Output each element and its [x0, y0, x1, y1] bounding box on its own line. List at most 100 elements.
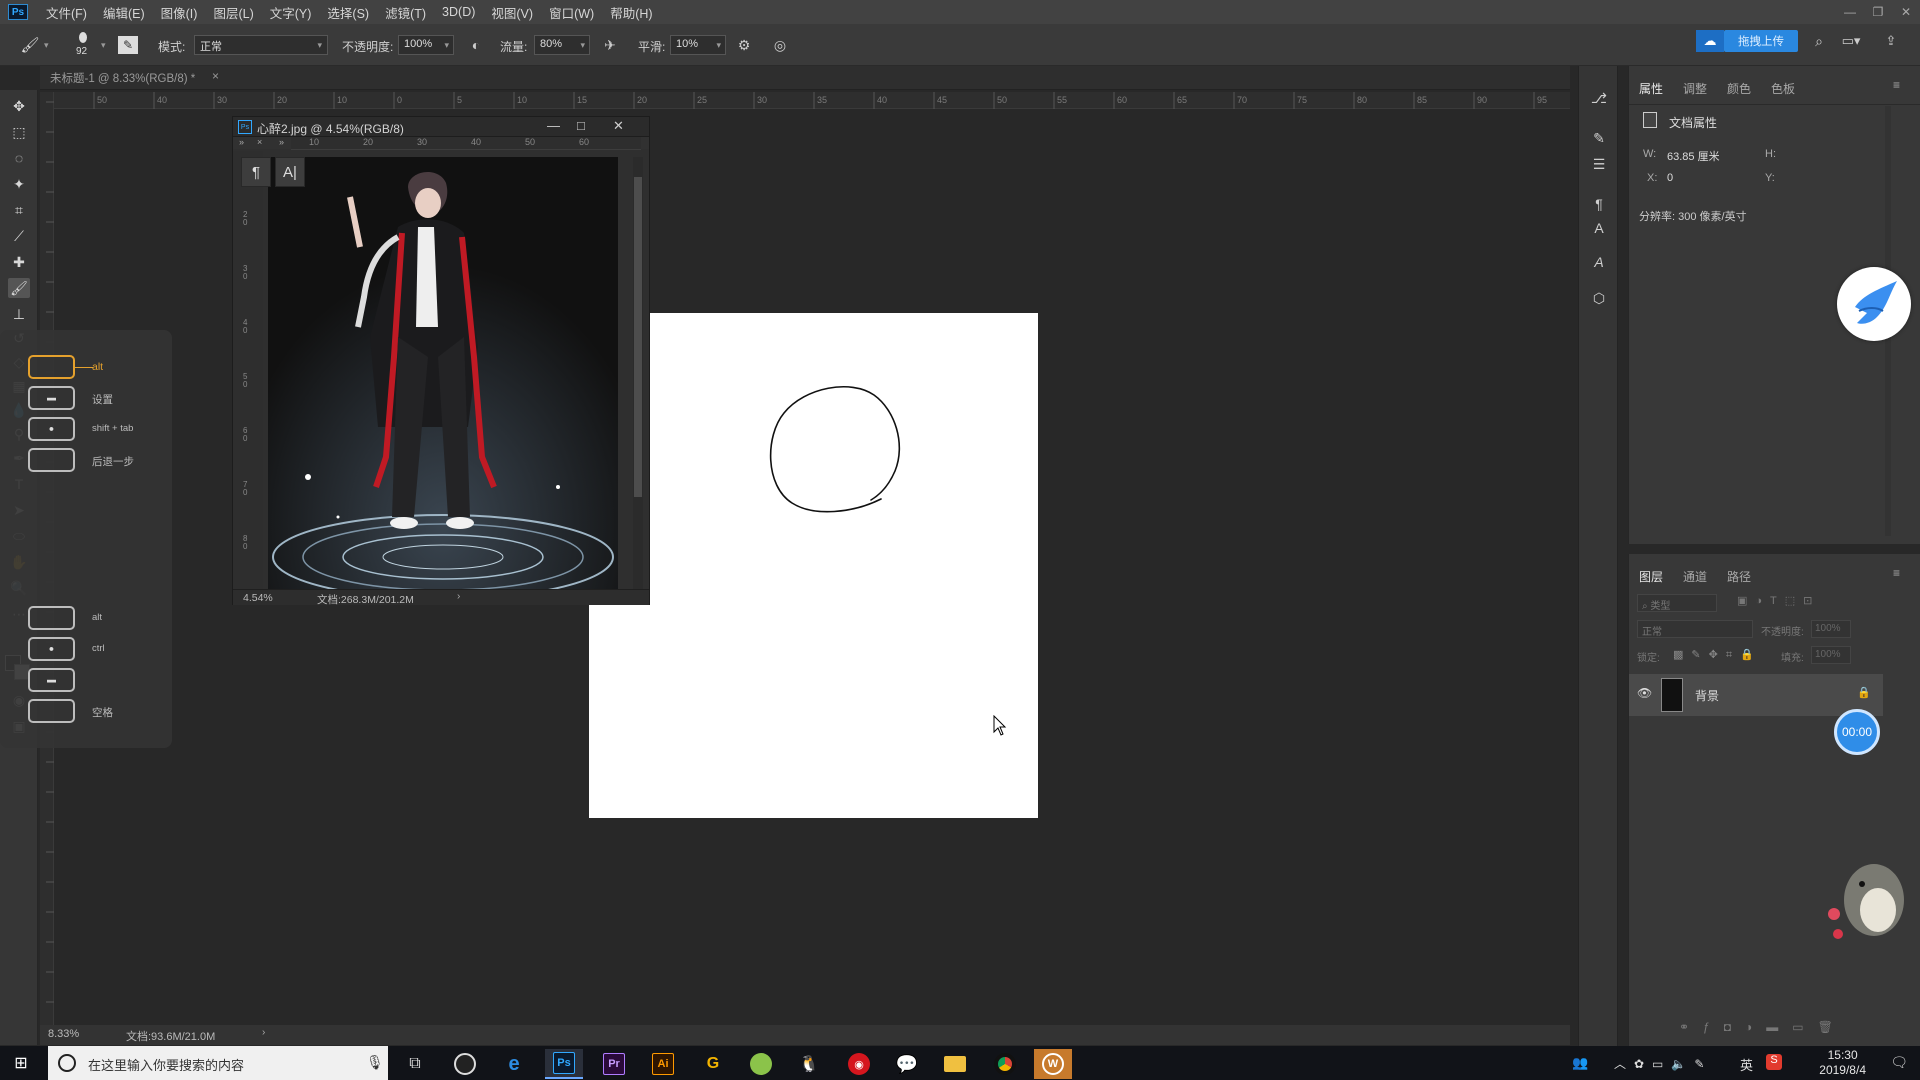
search-icon[interactable]: ⌕: [1808, 31, 1830, 51]
magic-wand-tool-icon[interactable]: ✦: [8, 174, 30, 194]
shortcut-key-7[interactable]: ▬: [28, 668, 75, 692]
marquee-tool-icon[interactable]: ⬚: [8, 122, 30, 142]
file-explorer-icon[interactable]: [936, 1049, 974, 1079]
zoom-level[interactable]: 8.33%: [48, 1028, 79, 1040]
smoothing-field[interactable]: 10% ▾: [670, 35, 726, 55]
stamp-tool-icon[interactable]: ⊥: [8, 304, 30, 324]
panel-menu-icon[interactable]: ≡: [1893, 78, 1900, 92]
chevron-right-icon[interactable]: ›: [262, 1027, 265, 1038]
layer-filter-select[interactable]: ⌕ 类型: [1637, 594, 1717, 612]
mode-select[interactable]: 正常 ▾: [194, 35, 328, 55]
menu-file[interactable]: 文件(F): [38, 3, 95, 22]
people-icon[interactable]: 👥: [1572, 1055, 1588, 1071]
lasso-tool-icon[interactable]: ◌: [8, 148, 30, 168]
shortcut-key-4[interactable]: [28, 448, 75, 472]
chrome-browser-icon[interactable]: [986, 1049, 1024, 1079]
pressure-opacity-icon[interactable]: ◐: [466, 35, 486, 55]
expand-icon[interactable]: »: [239, 137, 244, 147]
layer-name[interactable]: 背景: [1695, 687, 1719, 704]
notification-icon[interactable]: 🗨: [1890, 1054, 1908, 1071]
tab-properties[interactable]: 属性: [1639, 80, 1663, 97]
brush-preset-picker[interactable]: 92: [74, 32, 94, 60]
system-tray-icons[interactable]: ︿✿▭🔈✎: [1614, 1055, 1712, 1072]
cloud-upload-icon[interactable]: ☁: [1696, 30, 1724, 52]
floating-document-window[interactable]: Ps 心醉2.jpg @ 4.54%(RGB/8) — □ ✕ » × » × …: [232, 116, 650, 606]
eye-icon[interactable]: 👁: [1637, 686, 1652, 700]
chevron-right-icon[interactable]: ›: [457, 591, 460, 602]
tab-layers[interactable]: 图层: [1639, 568, 1663, 585]
paragraph-icon[interactable]: ¶: [241, 157, 271, 187]
menu-view[interactable]: 视图(V): [483, 3, 541, 22]
minimize-icon[interactable]: —: [547, 118, 560, 133]
floating-zoom-level[interactable]: 4.54%: [243, 592, 273, 604]
healing-brush-tool-icon[interactable]: ✚: [8, 252, 30, 272]
airbrush-icon[interactable]: ✈: [600, 35, 620, 55]
menu-layer[interactable]: 图层(L): [205, 3, 261, 22]
character-icon[interactable]: A|: [275, 157, 305, 187]
3d-cube-icon[interactable]: ⬡: [1588, 288, 1610, 308]
shortcut-key-6[interactable]: ●: [28, 637, 75, 661]
overwatch-app-icon[interactable]: [446, 1049, 484, 1079]
wechat-app-icon[interactable]: 💬: [888, 1049, 926, 1079]
vertical-scrollbar[interactable]: [633, 157, 643, 589]
fill-field[interactable]: 100%: [1811, 646, 1851, 664]
tab-color[interactable]: 颜色: [1727, 80, 1751, 97]
timer-badge[interactable]: 00:00: [1834, 709, 1880, 755]
shortcut-key-5[interactable]: [28, 606, 75, 630]
illustrator-app-icon[interactable]: Ai: [644, 1049, 682, 1079]
windows-start-icon[interactable]: ⊞: [10, 1053, 32, 1073]
netease-music-icon[interactable]: ◉: [840, 1049, 878, 1079]
close-icon[interactable]: ✕: [1892, 5, 1920, 19]
premiere-app-icon[interactable]: Pr: [595, 1049, 633, 1079]
move-tool-icon[interactable]: ✥: [8, 96, 30, 116]
taskbar-search-box[interactable]: 在这里输入你要搜索的内容 🎙: [48, 1046, 388, 1080]
menu-select[interactable]: 选择(S): [319, 3, 377, 22]
menu-image[interactable]: 图像(I): [153, 3, 206, 22]
ime-indicator[interactable]: 英: [1740, 1055, 1753, 1074]
leaf-app-icon[interactable]: [742, 1049, 780, 1079]
layer-filter-icons[interactable]: ▣◑T⬚⊡: [1737, 594, 1820, 607]
shortcut-key-8[interactable]: [28, 699, 75, 723]
task-view-icon[interactable]: ⧉: [396, 1049, 434, 1079]
layer-row[interactable]: 👁 背景 🔒: [1629, 674, 1883, 716]
upload-button[interactable]: 拖拽上传: [1724, 30, 1798, 52]
maximize-icon[interactable]: □: [577, 118, 585, 133]
clock[interactable]: 15:30 2019/8/4: [1819, 1048, 1866, 1078]
glyphs-icon[interactable]: A: [1588, 252, 1610, 272]
character-icon[interactable]: A: [1588, 218, 1610, 238]
close-icon[interactable]: ×: [257, 137, 262, 147]
restore-icon[interactable]: ❐: [1864, 5, 1892, 19]
paragraph-icon[interactable]: ¶: [1588, 194, 1610, 214]
shortcut-key-3[interactable]: ●: [28, 417, 75, 441]
sogou-input-icon[interactable]: S: [1766, 1054, 1782, 1070]
blend-mode-select[interactable]: 正常: [1637, 620, 1753, 638]
minimize-icon[interactable]: —: [1836, 5, 1864, 19]
panel-menu-icon[interactable]: ≡: [1893, 566, 1900, 580]
menu-3d[interactable]: 3D(D): [434, 5, 483, 19]
shortcut-key-1[interactable]: [28, 355, 75, 379]
qq-app-icon[interactable]: 🐧: [790, 1049, 828, 1079]
edge-browser-icon[interactable]: e: [495, 1049, 533, 1079]
chevron-down-icon[interactable]: ▾: [44, 40, 49, 51]
menu-type[interactable]: 文字(Y): [262, 3, 320, 22]
brush-tool-icon[interactable]: 🖌: [8, 278, 30, 298]
flow-field[interactable]: 80% ▾: [534, 35, 590, 55]
adjustments-icon[interactable]: ☰: [1588, 154, 1610, 174]
brush-settings-icon[interactable]: ✎: [1588, 128, 1610, 148]
photoshop-taskbar-icon[interactable]: Ps: [545, 1049, 583, 1079]
menu-filter[interactable]: 滤镜(T): [377, 3, 434, 22]
microphone-icon[interactable]: 🎙: [366, 1054, 384, 1071]
shortcut-key-2[interactable]: ▬: [28, 386, 75, 410]
close-icon[interactable]: ✕: [613, 118, 624, 134]
tab-channels[interactable]: 通道: [1683, 568, 1707, 585]
layer-opacity-field[interactable]: 100%: [1811, 620, 1851, 638]
brush-tool-icon[interactable]: 🖌: [18, 35, 42, 55]
gear-icon[interactable]: ⚙: [734, 35, 754, 55]
workspace-icon[interactable]: ▭▾: [1838, 31, 1864, 51]
bird-app-icon[interactable]: [1837, 267, 1911, 341]
expand-icon[interactable]: »: [279, 137, 284, 147]
opacity-field[interactable]: 100% ▾: [398, 35, 454, 55]
history-panel-icon[interactable]: ⎇: [1588, 88, 1610, 108]
eyedropper-tool-icon[interactable]: ⟋: [8, 226, 30, 246]
document-tab-title[interactable]: 未标题-1 @ 8.33%(RGB/8) *: [50, 70, 195, 86]
